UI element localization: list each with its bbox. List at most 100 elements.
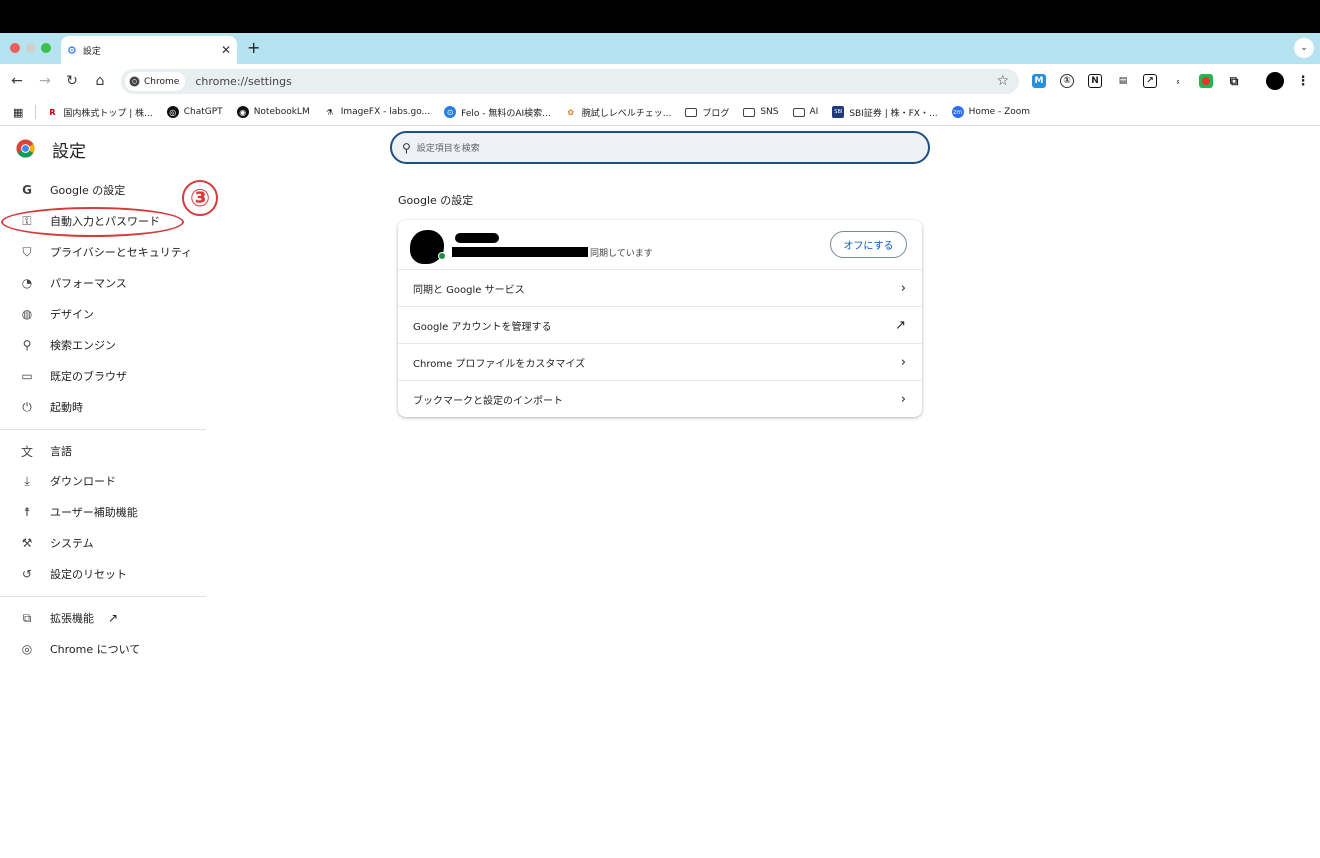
- bookmark-folder-blog[interactable]: ブログ: [685, 106, 729, 119]
- chevron-right-icon: ›: [900, 280, 906, 296]
- tab-settings[interactable]: ⚙ 設定 ✕: [61, 36, 237, 64]
- extension-send-icon[interactable]: ↗: [1143, 74, 1157, 88]
- sidebar-item-label: 既定のブラウザ: [50, 370, 127, 383]
- extension-reader-icon[interactable]: ▤: [1116, 74, 1130, 88]
- chrome-icon: ◎: [21, 642, 33, 656]
- bookmark-label: 腕試しレベルチェッ...: [581, 108, 672, 119]
- site-chip-label: Chrome: [144, 76, 180, 87]
- chevron-right-icon: ›: [900, 391, 906, 407]
- sidebar-item-label: Chrome について: [50, 643, 141, 656]
- maximize-window-button[interactable]: [41, 43, 51, 53]
- bookmark-level-check[interactable]: ✿ 腕試しレベルチェッ...: [565, 106, 672, 119]
- search-icon: ⚲: [402, 140, 411, 155]
- sidebar-item-label: パフォーマンス: [50, 277, 127, 290]
- account-row: 同期しています オフにする: [398, 220, 922, 270]
- translate-icon: 文: [20, 444, 33, 459]
- search-icon: ⚲: [22, 338, 32, 352]
- puzzle-icon: ⧉: [22, 610, 32, 625]
- annotation-ellipse: [1, 207, 184, 237]
- extension-password-icon[interactable]: ①: [1060, 74, 1074, 88]
- minimize-window-button[interactable]: [26, 43, 36, 53]
- sidebar-divider: [0, 596, 206, 597]
- bookmark-label: SBI証券 | 株・FX・...: [849, 108, 938, 119]
- extension-notion-icon[interactable]: N: [1088, 74, 1102, 88]
- download-icon: ⤓: [24, 473, 30, 488]
- accessibility-icon: ☨: [23, 505, 31, 519]
- section-title: Google の設定: [398, 194, 474, 207]
- site-info-chip[interactable]: Chrome: [125, 72, 186, 91]
- sync-services-row[interactable]: 同期と Google サービス ›: [398, 269, 922, 306]
- close-window-button[interactable]: [10, 43, 20, 53]
- row-label: Google アカウントを管理する: [413, 321, 552, 333]
- sidebar-item-performance[interactable]: ◔ パフォーマンス: [0, 268, 206, 298]
- sidebar-item-on-startup[interactable]: ⏻ 起動時: [0, 392, 206, 422]
- url-text[interactable]: chrome://settings: [195, 75, 292, 88]
- redacted-email: [452, 247, 588, 257]
- bookmark-star-icon[interactable]: ☆: [996, 73, 1009, 89]
- bookmark-rakuten[interactable]: R 国内株式トップ | 株...: [46, 106, 152, 119]
- bookmark-label: ChatGPT: [183, 107, 223, 117]
- tab-search-button[interactable]: ⌄: [1294, 38, 1314, 58]
- profile-avatar[interactable]: [1266, 72, 1284, 90]
- bookmark-folder-sns[interactable]: SNS: [743, 107, 779, 117]
- extension-flag-icon[interactable]: ⸗: [1171, 74, 1185, 88]
- sidebar-item-system[interactable]: ⚒ システム: [0, 528, 206, 558]
- sidebar-item-design[interactable]: ◍ デザイン: [0, 299, 206, 329]
- bookmark-sbi[interactable]: SBI SBI証券 | 株・FX・...: [832, 106, 938, 119]
- bookmark-folder-ai[interactable]: AI: [792, 107, 819, 117]
- extension-record-icon[interactable]: [1199, 74, 1213, 88]
- flask-icon: ⚗: [326, 107, 334, 117]
- bookmark-imagefx[interactable]: ⚗ ImageFX - labs.go...: [324, 106, 430, 118]
- import-bookmarks-row[interactable]: ブックマークと設定のインポート ›: [398, 380, 922, 417]
- google-settings-card: 同期しています オフにする 同期と Google サービス › Google アカ…: [398, 220, 922, 417]
- sync-status-dot: [438, 252, 446, 260]
- back-button[interactable]: ←: [8, 72, 26, 90]
- bookmark-label: ブログ: [702, 108, 730, 119]
- bookmark-chatgpt[interactable]: ◎ ChatGPT: [166, 106, 223, 118]
- address-bar[interactable]: Chrome chrome://settings ☆: [121, 69, 1019, 94]
- menu-kebab-icon[interactable]: ⋮: [1296, 74, 1310, 89]
- close-tab-icon[interactable]: ✕: [219, 43, 233, 57]
- external-link-icon: ↗: [895, 317, 906, 333]
- reset-icon: ↺: [21, 567, 33, 581]
- sidebar-item-reset[interactable]: ↺ 設定のリセット: [0, 559, 206, 589]
- gear-icon: ⚙: [67, 43, 77, 57]
- sidebar-item-label: システム: [50, 537, 94, 550]
- notebooklm-icon: ◉: [236, 106, 249, 118]
- bookmark-label: SNS: [760, 107, 779, 117]
- bookmark-label: AI: [809, 107, 819, 117]
- sidebar-item-search-engine[interactable]: ⚲ 検索エンジン: [0, 330, 206, 360]
- chatgpt-icon: ◎: [166, 106, 179, 118]
- extensions-puzzle-icon[interactable]: ⧉: [1227, 74, 1241, 88]
- extension-m-icon[interactable]: M: [1032, 74, 1046, 88]
- tab-title: 設定: [82, 46, 101, 57]
- home-button[interactable]: ⌂: [91, 72, 109, 90]
- sidebar-item-languages[interactable]: 文 言語: [0, 436, 206, 466]
- sidebar-item-downloads[interactable]: ⤓ ダウンロード: [0, 466, 206, 496]
- sidebar-item-label: プライバシーとセキュリティ: [50, 246, 193, 259]
- sidebar-item-default-browser[interactable]: ▭ 既定のブラウザ: [0, 361, 206, 391]
- bookmark-notebooklm[interactable]: ◉ NotebookLM: [236, 106, 310, 118]
- forward-button[interactable]: →: [36, 72, 54, 90]
- bookmark-felo[interactable]: ⊙ Felo - 無料のAI検索...: [444, 106, 551, 119]
- bookmark-label: ImageFX - labs.go...: [340, 107, 431, 117]
- sbi-icon: SBI: [832, 106, 845, 118]
- apps-grid-icon[interactable]: ▦: [13, 106, 23, 119]
- search-placeholder: 設定項目を検索: [416, 144, 480, 154]
- sidebar-item-about-chrome[interactable]: ◎ Chrome について: [0, 634, 206, 664]
- sidebar-item-google[interactable]: G Google の設定: [0, 175, 206, 205]
- sidebar-divider: [0, 429, 206, 430]
- new-tab-button[interactable]: +: [247, 38, 260, 57]
- reload-button[interactable]: ↻: [63, 72, 81, 90]
- sidebar-item-privacy[interactable]: ⛉ プライバシーとセキュリティ: [0, 237, 206, 267]
- turn-off-sync-button[interactable]: オフにする: [830, 231, 907, 258]
- sidebar-item-accessibility[interactable]: ☨ ユーザー補助機能: [0, 497, 206, 527]
- customize-profile-row[interactable]: Chrome プロファイルをカスタマイズ ›: [398, 343, 922, 380]
- settings-search-input[interactable]: ⚲ 設定項目を検索: [390, 131, 930, 164]
- sidebar-item-extensions[interactable]: ⧉ 拡張機能 ↗: [0, 603, 206, 633]
- google-icon: G: [22, 183, 32, 197]
- bookmark-zoom[interactable]: zm Home - Zoom: [951, 106, 1030, 118]
- folder-icon: [792, 107, 805, 117]
- manage-account-row[interactable]: Google アカウントを管理する ↗: [398, 306, 922, 343]
- wrench-icon: ⚒: [21, 536, 33, 550]
